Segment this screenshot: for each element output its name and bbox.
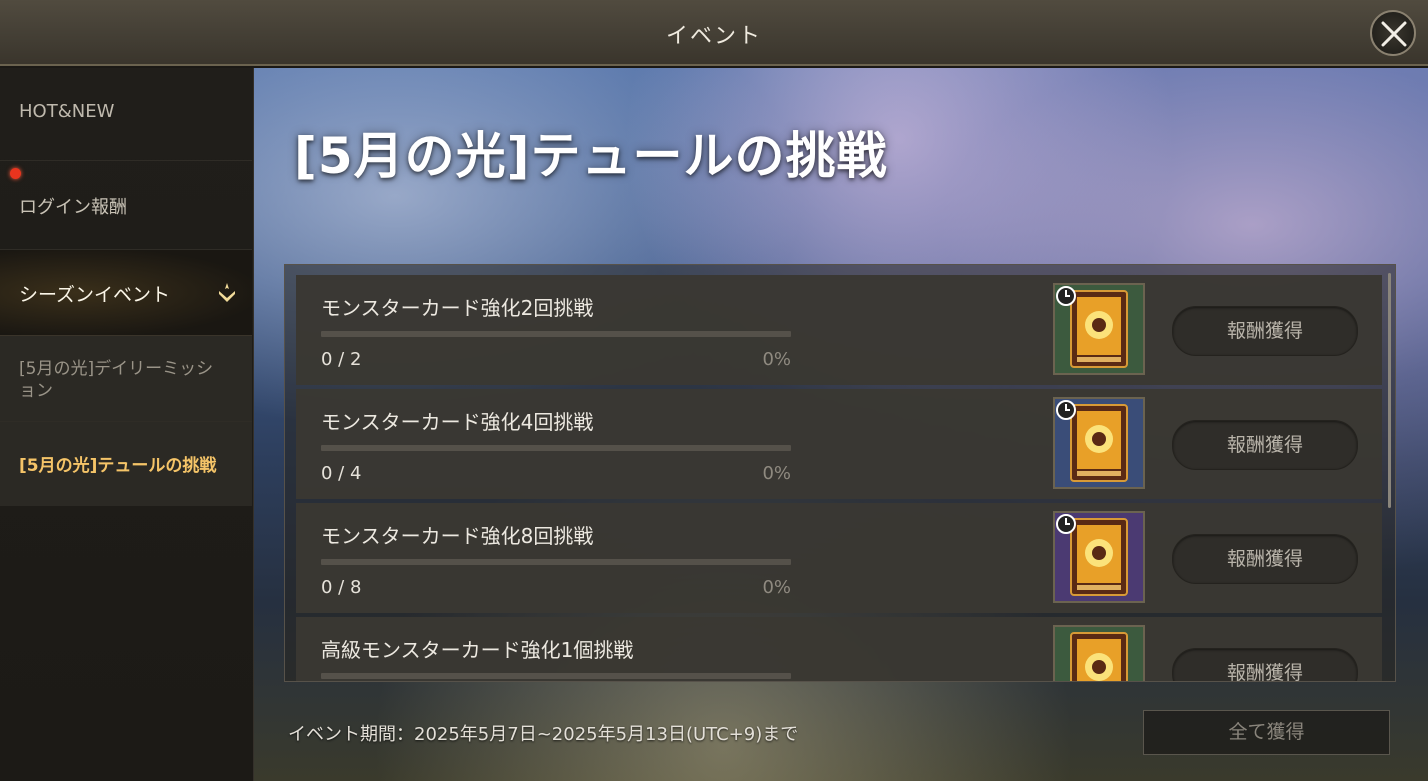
sidebar-item-label: [5月の光]テュールの挑戦 bbox=[19, 456, 217, 476]
mission-list[interactable]: モンスターカード強化2回挑戦 0 / 2 0% 報酬獲得 モンスターカード強化4… bbox=[284, 264, 1396, 682]
chevron-down-icon bbox=[219, 283, 235, 302]
progress-count: 0 / 8 bbox=[321, 577, 362, 598]
claim-all-button[interactable]: 全て獲得 bbox=[1143, 710, 1390, 755]
claim-reward-button[interactable]: 報酬獲得 bbox=[1172, 420, 1358, 470]
close-button[interactable] bbox=[1370, 10, 1416, 56]
clock-icon bbox=[1056, 514, 1076, 534]
progress-percent: 0% bbox=[762, 463, 791, 484]
sidebar-item-label: HOT&NEW bbox=[19, 101, 115, 122]
notification-dot-icon bbox=[10, 168, 21, 179]
sidebar-item-hot-new[interactable]: HOT&NEW bbox=[0, 68, 252, 161]
event-period: イベント期間：2025年5月7日~2025年5月13日(UTC+9)まで bbox=[288, 724, 799, 745]
sidebar-item-login-reward[interactable]: ログイン報酬 bbox=[0, 161, 252, 250]
mission-row: モンスターカード強化2回挑戦 0 / 2 0% 報酬獲得 bbox=[296, 275, 1382, 385]
reward-item[interactable] bbox=[1053, 511, 1145, 603]
scrollbar[interactable] bbox=[1388, 273, 1391, 508]
progress-percent: 0% bbox=[762, 577, 791, 598]
mission-title: 高級モンスターカード強化1個挑戦 bbox=[321, 638, 634, 662]
progress-bar bbox=[321, 559, 791, 565]
window-header: イベント bbox=[0, 0, 1428, 66]
event-sidebar: HOT&NEW ログイン報酬 シーズンイベント [5月の光]デイリーミッション … bbox=[0, 68, 254, 781]
window-title: イベント bbox=[665, 24, 762, 49]
reward-item[interactable] bbox=[1053, 283, 1145, 375]
progress-bar bbox=[321, 673, 791, 679]
progress-count: 0 / 2 bbox=[321, 349, 362, 370]
monster-card-icon bbox=[1070, 632, 1128, 681]
sidebar-item-label: ログイン報酬 bbox=[19, 197, 127, 218]
mission-row: モンスターカード強化4回挑戦 0 / 4 0% 報酬獲得 bbox=[296, 389, 1382, 499]
clock-icon bbox=[1056, 400, 1076, 420]
mission-title: モンスターカード強化4回挑戦 bbox=[321, 410, 594, 434]
progress-count: 0 / 4 bbox=[321, 463, 362, 484]
event-content: [5月の光]テュールの挑戦 モンスターカード強化2回挑戦 0 / 2 0% 報酬… bbox=[254, 68, 1428, 781]
clock-icon bbox=[1056, 286, 1076, 306]
sidebar-item-season-event[interactable]: シーズンイベント bbox=[0, 250, 252, 336]
mission-title: モンスターカード強化8回挑戦 bbox=[321, 524, 594, 548]
mission-title: モンスターカード強化2回挑戦 bbox=[321, 296, 594, 320]
sidebar-item-label: シーズンイベント bbox=[19, 284, 171, 306]
mission-row: モンスターカード強化8回挑戦 0 / 8 0% 報酬獲得 bbox=[296, 503, 1382, 613]
close-icon bbox=[1381, 21, 1407, 47]
mission-row: 高級モンスターカード強化1個挑戦 報酬獲得 bbox=[296, 617, 1382, 681]
page-title: [5月の光]テュールの挑戦 bbox=[294, 127, 888, 185]
claim-reward-button[interactable]: 報酬獲得 bbox=[1172, 534, 1358, 584]
progress-bar bbox=[321, 331, 791, 337]
progress-bar bbox=[321, 445, 791, 451]
reward-item[interactable] bbox=[1053, 397, 1145, 489]
sidebar-item-label: [5月の光]デイリーミッション bbox=[19, 359, 214, 401]
sidebar-item-daily-mission[interactable]: [5月の光]デイリーミッション bbox=[0, 336, 252, 422]
sidebar-item-tyr-challenge[interactable]: [5月の光]テュールの挑戦 bbox=[0, 422, 252, 506]
reward-item[interactable] bbox=[1053, 625, 1145, 681]
claim-reward-button[interactable]: 報酬獲得 bbox=[1172, 306, 1358, 356]
claim-reward-button[interactable]: 報酬獲得 bbox=[1172, 648, 1358, 681]
progress-percent: 0% bbox=[762, 349, 791, 370]
